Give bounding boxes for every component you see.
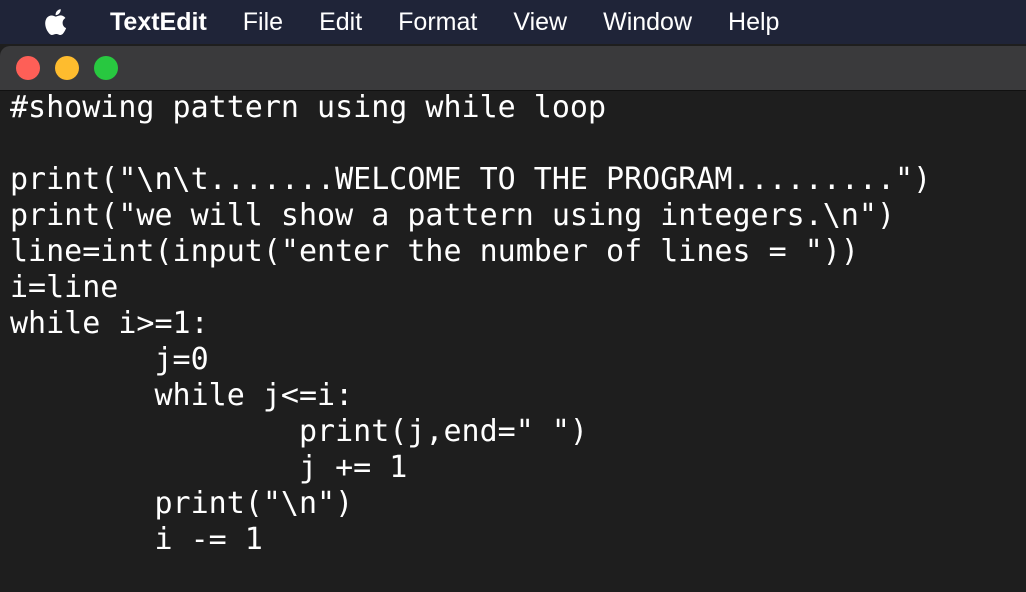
menu-edit[interactable]: Edit bbox=[301, 0, 380, 44]
textedit-window: #showing pattern using while loop print("… bbox=[0, 46, 1026, 592]
document-line[interactable]: while i>=1: bbox=[10, 306, 1026, 342]
document-line[interactable]: print("\n") bbox=[10, 486, 1026, 522]
close-button[interactable] bbox=[16, 56, 40, 80]
menu-help[interactable]: Help bbox=[710, 0, 797, 44]
document-line[interactable]: print("we will show a pattern using inte… bbox=[10, 198, 1026, 234]
apple-logo-icon[interactable] bbox=[40, 0, 70, 44]
document-line[interactable] bbox=[10, 126, 1026, 162]
document-line[interactable]: i=line bbox=[10, 270, 1026, 306]
window-titlebar[interactable] bbox=[0, 46, 1026, 91]
document-line[interactable]: print(j,end=" ") bbox=[10, 414, 1026, 450]
document-line[interactable]: print("\n\t.......WELCOME TO THE PROGRAM… bbox=[10, 162, 1026, 198]
menu-view[interactable]: View bbox=[495, 0, 585, 44]
document-line[interactable]: #showing pattern using while loop bbox=[10, 90, 1026, 126]
document-line[interactable]: j=0 bbox=[10, 342, 1026, 378]
document-line[interactable]: line=int(input("enter the number of line… bbox=[10, 234, 1026, 270]
document-line[interactable]: i -= 1 bbox=[10, 522, 1026, 558]
menu-bar: TextEdit File Edit Format View Window He… bbox=[0, 0, 1026, 44]
menu-window[interactable]: Window bbox=[585, 0, 710, 44]
menu-app-name[interactable]: TextEdit bbox=[110, 0, 225, 44]
document-line[interactable]: j += 1 bbox=[10, 450, 1026, 486]
document-line[interactable]: while j<=i: bbox=[10, 378, 1026, 414]
menu-file[interactable]: File bbox=[225, 0, 301, 44]
menu-format[interactable]: Format bbox=[380, 0, 495, 44]
minimize-button[interactable] bbox=[55, 56, 79, 80]
document-text-area[interactable]: #showing pattern using while loop print("… bbox=[10, 90, 1026, 592]
zoom-button[interactable] bbox=[94, 56, 118, 80]
